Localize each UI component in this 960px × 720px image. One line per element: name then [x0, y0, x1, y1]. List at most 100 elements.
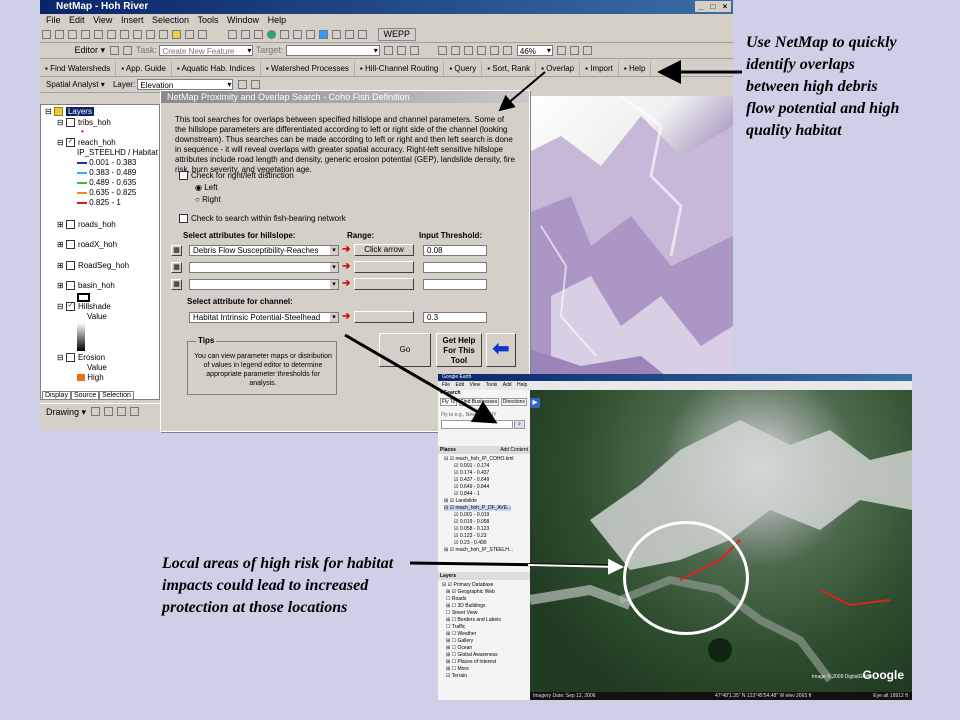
red-arrow-icon[interactable]: ➔	[342, 262, 352, 272]
range-button-3[interactable]	[354, 278, 414, 290]
ge-menu-add[interactable]: Add	[503, 382, 512, 388]
forward-icon[interactable]	[293, 30, 303, 39]
menu-insert[interactable]: Insert	[121, 15, 144, 25]
ge-menu-edit[interactable]: Edit	[455, 382, 464, 388]
ge-tab-flyto[interactable]: Fly To	[440, 398, 458, 406]
change-layout-icon[interactable]	[583, 46, 593, 55]
ge-flyto-input[interactable]	[441, 420, 513, 429]
task-select[interactable]: Create New Feature	[159, 45, 254, 57]
app-guide-button[interactable]: ▪ App. Guide	[116, 61, 172, 76]
menu-file[interactable]: File	[46, 15, 61, 25]
query-button[interactable]: ▪ Query	[444, 61, 483, 76]
ge-tab-businesses[interactable]: Find Businesses	[458, 398, 500, 406]
menu-tools[interactable]: Tools	[198, 15, 219, 25]
zoom-in-icon[interactable]	[228, 30, 238, 39]
fish-network-checkbox-row[interactable]: Check to search within fish-bearing netw…	[179, 214, 346, 224]
ge-place-item[interactable]: ☑ 0.437 - 0.649	[454, 477, 489, 483]
hillslope-select-2[interactable]: ▾	[189, 262, 339, 273]
ge-place-item[interactable]: ☑ 0.019 - 0.058	[454, 519, 489, 525]
sketch-icon[interactable]	[109, 46, 119, 55]
save-icon[interactable]	[68, 30, 77, 39]
map-view[interactable]	[521, 96, 733, 412]
watershed-processes-button[interactable]: ▪ Watershed Processes	[261, 61, 355, 76]
attributes-icon[interactable]	[384, 46, 394, 55]
ge-layer-item[interactable]: ☑ Terrain	[446, 673, 467, 679]
hyperlink-icon[interactable]	[358, 30, 368, 39]
fish-network-checkbox[interactable]	[179, 214, 188, 224]
ge-place-item[interactable]: ☑ 0.649 - 0.844	[454, 484, 489, 490]
ge-layer-item[interactable]: ☐ Traffic	[446, 624, 465, 630]
left-right-checkbox[interactable]	[179, 171, 188, 181]
pan-icon[interactable]	[254, 30, 264, 39]
ge-place-item[interactable]: ☑ 0.844 - 1	[454, 491, 480, 497]
toggle-draft-icon[interactable]	[557, 46, 567, 55]
get-help-button[interactable]: Get Help For This Tool	[436, 333, 482, 367]
zoom-out-icon[interactable]	[241, 30, 251, 39]
redo-icon[interactable]	[159, 30, 168, 39]
new-icon[interactable]	[42, 30, 51, 39]
range-button-1[interactable]: Click arrow	[354, 244, 414, 256]
close-button[interactable]: ×	[719, 1, 731, 12]
find-icon[interactable]	[332, 30, 342, 39]
select-icon[interactable]	[306, 30, 316, 39]
ge-layer-item[interactable]: ⊞ ☑ Geographic Web	[446, 589, 495, 595]
text-icon[interactable]	[129, 407, 139, 416]
go-button[interactable]: Go	[379, 333, 431, 367]
ge-layer-item[interactable]: ⊞ ☐ Borders and Labels	[446, 617, 501, 623]
radio-left-row[interactable]: ◉ Left	[195, 183, 218, 193]
layout-zoom-in-icon[interactable]	[438, 46, 448, 55]
ge-place-item[interactable]: ☑ 0.058 - 0.123	[454, 526, 489, 532]
back-arrow-button[interactable]: ⬅	[486, 333, 516, 367]
wepp-button[interactable]: WEPP	[377, 28, 417, 41]
hillshade-checkbox[interactable]: ✓	[65, 302, 75, 312]
contour-icon[interactable]	[250, 80, 260, 89]
ge-add-content[interactable]: Add Content	[500, 446, 528, 454]
copy-icon[interactable]	[107, 30, 116, 39]
ge-layer-item[interactable]: ⊞ ☐ Gallery	[446, 638, 473, 644]
zoom-select[interactable]: 46%	[516, 45, 553, 57]
menu-edit[interactable]: Edit	[69, 15, 85, 25]
radio-right[interactable]: ○	[195, 195, 200, 204]
ge-menu-help[interactable]: Help	[517, 382, 527, 388]
menu-selection[interactable]: Selection	[152, 15, 189, 25]
roadx-checkbox[interactable]	[65, 240, 75, 250]
sketch-props-icon[interactable]	[397, 46, 407, 55]
ge-place-item[interactable]: ⊟ ☑ reach_hoh_P_DF_AVE...	[444, 505, 512, 511]
measure-icon[interactable]	[345, 30, 355, 39]
overlap-button[interactable]: ▪ Overlap	[536, 61, 581, 76]
channel-threshold-input[interactable]: 0.3	[423, 312, 487, 323]
toc-layer-roadseg[interactable]: ⊞ RoadSeg_hoh	[57, 261, 129, 271]
histogram-icon[interactable]	[237, 80, 247, 89]
ge-place-item[interactable]: ☑ 0.001 - 0.019	[454, 512, 489, 518]
maximize-button[interactable]: □	[707, 1, 719, 12]
red-arrow-icon[interactable]: ➔	[342, 312, 352, 322]
ge-place-item[interactable]: ☑ 0.174 - 0.437	[454, 470, 489, 476]
find-watersheds-button[interactable]: ▪ Find Watersheds	[40, 61, 117, 76]
erosion-checkbox[interactable]	[65, 353, 75, 363]
ge-place-item[interactable]: ⊞ ☑ reach_hoh_IP_STEELH...	[444, 547, 513, 553]
red-arrow-icon[interactable]: ➔	[342, 245, 352, 255]
help-icon[interactable]	[198, 30, 207, 39]
ge-menu-file[interactable]: File	[442, 382, 450, 388]
ge-layer-item[interactable]: ⊞ ☐ Ocean	[446, 645, 472, 651]
pointer-icon[interactable]	[90, 407, 100, 416]
tab-display[interactable]: Display	[42, 391, 71, 400]
focus-frame-icon[interactable]	[570, 46, 580, 55]
identify-icon[interactable]	[319, 30, 329, 39]
edit-tool-icon[interactable]	[122, 46, 132, 55]
left-right-checkbox-row[interactable]: Check for right/left distinction	[179, 171, 294, 181]
ge-place-item[interactable]: ☑ 0.23 - 0.499	[454, 540, 487, 546]
aquatic-hab-button[interactable]: ▪ Aquatic Hab. Indices	[172, 61, 261, 76]
hillslope-select-3[interactable]: ▾	[189, 279, 339, 290]
menu-help[interactable]: Help	[268, 15, 287, 25]
ge-layer-item[interactable]: ⊟ ☑ Primary Database	[442, 582, 493, 588]
range-button-2[interactable]	[354, 261, 414, 273]
drawing-menu[interactable]: Drawing ▾	[46, 407, 86, 417]
tab-source[interactable]: Source	[70, 391, 100, 400]
sort-rank-button[interactable]: ▪ Sort, Rank	[482, 61, 537, 76]
ge-layer-item[interactable]: ⊞ ☐ Weather	[446, 631, 476, 637]
hillslope-row1-pick-button[interactable]: ▦	[171, 245, 182, 256]
rotate-icon[interactable]	[103, 407, 113, 416]
ge-layer-item[interactable]: ⊞ ☐ Places of Interest	[446, 659, 496, 665]
zoom-whole-page-icon[interactable]	[477, 46, 487, 55]
